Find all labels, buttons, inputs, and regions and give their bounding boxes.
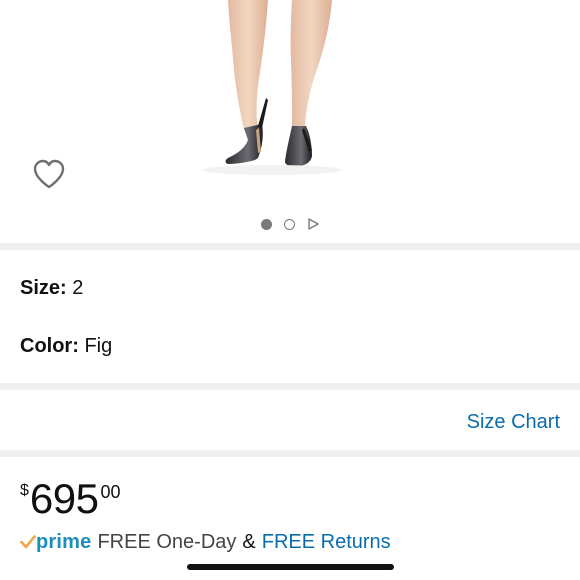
- price-fraction: 00: [100, 482, 121, 502]
- price-currency-symbol: $: [20, 482, 29, 499]
- product-page: Size: 2 Color: Fig Size Chart $ 695 00 p…: [0, 0, 580, 580]
- size-selector[interactable]: Size: 2: [20, 276, 83, 300]
- free-returns-link[interactable]: FREE Returns: [262, 530, 391, 554]
- product-image[interactable]: [0, 0, 580, 210]
- checkmark-icon: [20, 535, 36, 549]
- size-chart-link[interactable]: Size Chart: [467, 410, 560, 434]
- prime-logo: prime: [20, 530, 91, 554]
- home-indicator[interactable]: [187, 564, 394, 570]
- prime-label: prime: [36, 531, 92, 553]
- ampersand: &: [242, 531, 256, 553]
- free-one-day-text: FREE One-Day: [97, 531, 237, 553]
- section-divider: [0, 243, 580, 250]
- price-whole: 695: [29, 475, 99, 522]
- color-value: Fig: [84, 335, 113, 357]
- play-triangle-icon[interactable]: [307, 218, 319, 230]
- color-selector[interactable]: Color: Fig: [20, 334, 112, 358]
- delivery-info: prime FREE One-Day & FREE Returns: [20, 528, 391, 556]
- price: $ 695 00: [20, 477, 121, 523]
- product-image-gallery[interactable]: [0, 0, 580, 243]
- heart-outline-icon: [33, 159, 65, 189]
- section-divider: [0, 450, 580, 457]
- size-value: 2: [72, 277, 84, 299]
- image-pager[interactable]: [0, 214, 580, 234]
- pager-dot[interactable]: [284, 218, 295, 230]
- wishlist-button[interactable]: [30, 155, 68, 193]
- section-divider: [0, 383, 580, 390]
- color-label: Color:: [20, 335, 79, 357]
- pager-dot-active[interactable]: [261, 218, 272, 230]
- size-label: Size:: [20, 277, 67, 299]
